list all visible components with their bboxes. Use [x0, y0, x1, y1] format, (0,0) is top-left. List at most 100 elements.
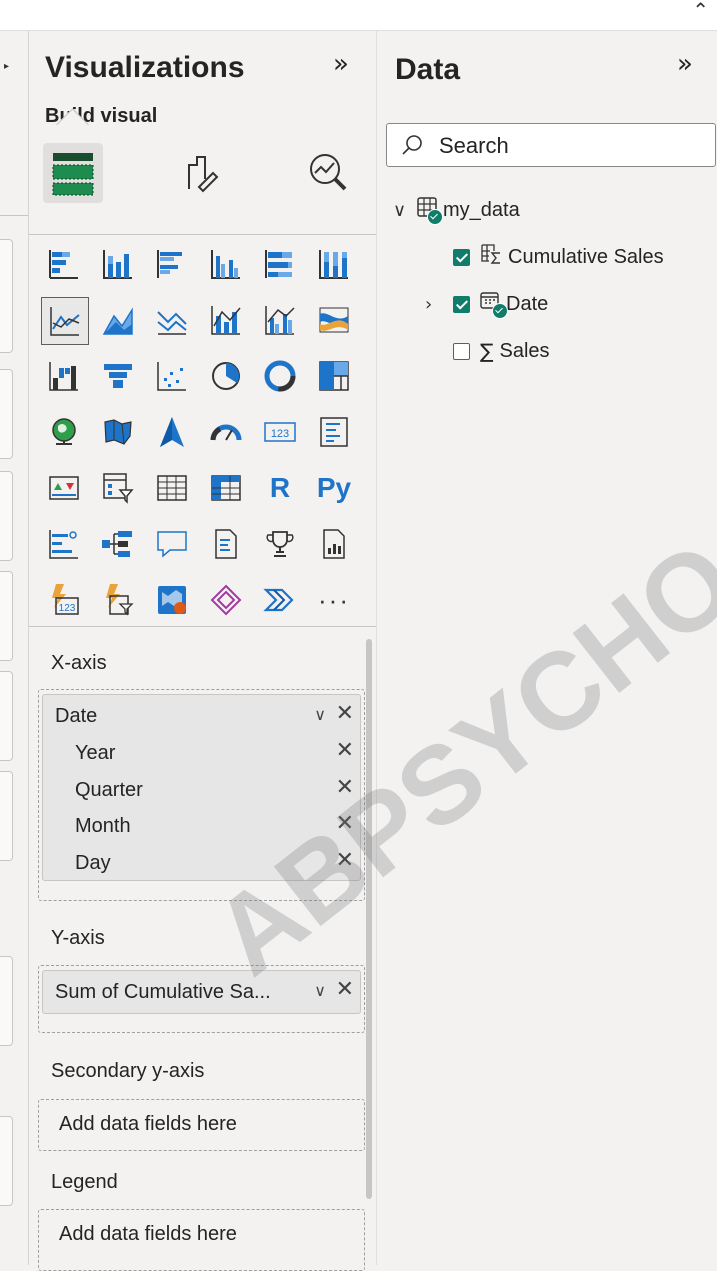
- visual-type-kpi[interactable]: [41, 465, 87, 511]
- visual-type-funnel-chart[interactable]: [95, 353, 141, 399]
- visual-type-clustered-column-chart[interactable]: [203, 241, 249, 287]
- field-name: Cumulative Sales: [508, 245, 664, 268]
- expand-field-icon[interactable]: ›: [425, 294, 453, 315]
- remove-level-icon[interactable]: ✕: [336, 811, 354, 836]
- visual-type-stacked-column-chart[interactable]: [95, 241, 141, 287]
- filter-card-stub[interactable]: [0, 471, 13, 561]
- filter-card-stub[interactable]: [0, 956, 13, 1046]
- x-axis-label: X-axis: [51, 652, 107, 674]
- visual-type-azure-map[interactable]: [149, 409, 195, 455]
- collapse-data-icon[interactable]: »: [677, 49, 693, 79]
- field-date[interactable]: › Date: [425, 289, 548, 319]
- visual-type-stacked-area-chart[interactable]: [149, 297, 195, 343]
- line-stacked-column-chart-icon: [211, 306, 241, 335]
- clustered-column-chart-icon: [211, 250, 240, 279]
- visual-type-card[interactable]: 123: [257, 409, 303, 455]
- stacked-bar-chart-icon: [49, 250, 78, 279]
- donut-chart-icon: [264, 360, 296, 392]
- visual-type-matrix[interactable]: [203, 465, 249, 511]
- visual-type-r-visual[interactable]: R: [257, 465, 303, 511]
- visual-type-arcgis-map[interactable]: [149, 577, 195, 623]
- visual-type-line-clustered-column-chart[interactable]: [257, 297, 303, 343]
- visual-type-paginated-report[interactable]: [203, 521, 249, 567]
- visual-type-metrics[interactable]: [311, 521, 357, 567]
- visual-type-key-influencers[interactable]: [41, 521, 87, 567]
- visual-type-scatter-chart[interactable]: [149, 353, 195, 399]
- x-axis-well[interactable]: Date ∨ ✕ Year ✕ Quarter ✕ Month ✕ Day ✕: [38, 689, 365, 901]
- field-cumulative-sales[interactable]: Cumulative Sales: [453, 242, 664, 272]
- visual-type-stacked-bar-chart[interactable]: [41, 241, 87, 287]
- hierarchy-level: Quarter: [75, 779, 143, 801]
- collapse-table-icon[interactable]: ∨: [393, 200, 417, 221]
- expand-field-icon[interactable]: ∨: [314, 981, 326, 1000]
- filled-map-icon: [104, 419, 132, 445]
- expand-filters-icon[interactable]: ▸: [4, 61, 9, 72]
- visual-type-power-automate[interactable]: [257, 577, 303, 623]
- 100-stacked-column-chart-icon: [319, 250, 348, 279]
- visual-type-trophy[interactable]: [257, 521, 303, 567]
- search-input[interactable]: [437, 130, 711, 162]
- analytics-tab[interactable]: [299, 143, 359, 203]
- visual-type-treemap[interactable]: [311, 353, 357, 399]
- visual-type-qna[interactable]: [149, 521, 195, 567]
- wells-scrollbar[interactable]: [366, 639, 372, 1199]
- filter-card-stub[interactable]: [0, 771, 13, 861]
- remove-field-icon[interactable]: ✕: [336, 977, 354, 1002]
- visual-type-map[interactable]: [41, 409, 87, 455]
- visualizations-title: Visualizations: [45, 51, 245, 84]
- y-axis-field[interactable]: Sum of Cumulative Sa... ∨ ✕: [42, 970, 361, 1014]
- field-checkbox[interactable]: [453, 295, 470, 313]
- visual-type-gauge[interactable]: [203, 409, 249, 455]
- remove-field-icon[interactable]: ✕: [336, 701, 354, 726]
- visual-type-power-apps[interactable]: [203, 577, 249, 623]
- visual-type-area-chart[interactable]: [95, 297, 141, 343]
- collapse-visualizations-icon[interactable]: »: [333, 49, 349, 79]
- visual-type-clustered-bar-chart[interactable]: [149, 241, 195, 287]
- visual-type-more-visuals[interactable]: ···: [311, 577, 357, 623]
- data-title: Data: [395, 53, 461, 86]
- field-wells: X-axis Date ∨ ✕ Year ✕ Quarter ✕ Month ✕…: [29, 626, 376, 1271]
- visual-type-table[interactable]: [149, 465, 195, 511]
- format-visual-tab[interactable]: [169, 143, 229, 203]
- filter-card-stub[interactable]: [0, 671, 13, 761]
- visual-type-pie-chart[interactable]: [203, 353, 249, 399]
- remove-level-icon[interactable]: ✕: [336, 775, 354, 800]
- filter-card-stub[interactable]: [0, 369, 13, 459]
- more-visuals-icon: ···: [318, 584, 350, 615]
- secondary-y-axis-well[interactable]: Add data fields here: [38, 1099, 365, 1151]
- visual-type-slicer[interactable]: [95, 465, 141, 511]
- visual-type-power-apps-card[interactable]: 123: [41, 577, 87, 623]
- visual-type-100-stacked-column-chart[interactable]: [311, 241, 357, 287]
- measure-table-icon: [480, 243, 502, 271]
- filter-card-stub[interactable]: [0, 239, 13, 353]
- legend-well[interactable]: Add data fields here: [38, 1209, 365, 1271]
- power-apps-card-icon: 123: [52, 584, 79, 615]
- filter-card-stub[interactable]: [0, 571, 13, 661]
- x-axis-date-field[interactable]: Date ∨ ✕ Year ✕ Quarter ✕ Month ✕ Day ✕: [42, 694, 361, 881]
- visual-type-donut-chart[interactable]: [257, 353, 303, 399]
- remove-level-icon[interactable]: ✕: [336, 848, 354, 873]
- visual-type-100-stacked-bar-chart[interactable]: [257, 241, 303, 287]
- visual-type-python-visual[interactable]: Py: [311, 465, 357, 511]
- filter-card-stub[interactable]: [0, 1116, 13, 1206]
- visual-type-multi-row-card[interactable]: [311, 409, 357, 455]
- visual-type-decomposition-tree[interactable]: [95, 521, 141, 567]
- search-box[interactable]: [386, 123, 716, 167]
- expand-field-icon[interactable]: ∨: [314, 705, 326, 724]
- visual-type-ribbon-chart[interactable]: [311, 297, 357, 343]
- divider: [0, 215, 28, 216]
- key-influencers-icon: [49, 530, 78, 559]
- field-checkbox[interactable]: [453, 342, 470, 360]
- build-visual-tab[interactable]: [43, 143, 103, 203]
- table-node-my-data[interactable]: ∨ my_data: [393, 195, 520, 225]
- y-axis-well[interactable]: Sum of Cumulative Sa... ∨ ✕: [38, 965, 365, 1033]
- visual-type-waterfall-chart[interactable]: [41, 353, 87, 399]
- visual-type-line-chart[interactable]: [41, 297, 89, 345]
- field-checkbox[interactable]: [453, 248, 470, 266]
- visual-type-filled-map[interactable]: [95, 409, 141, 455]
- collapse-ribbon-icon[interactable]: ⌃: [692, 0, 709, 22]
- field-sales[interactable]: ∑ Sales: [453, 336, 550, 366]
- visual-type-power-apps-slicer[interactable]: [95, 577, 141, 623]
- visual-type-line-stacked-column-chart[interactable]: [203, 297, 249, 343]
- remove-level-icon[interactable]: ✕: [336, 738, 354, 763]
